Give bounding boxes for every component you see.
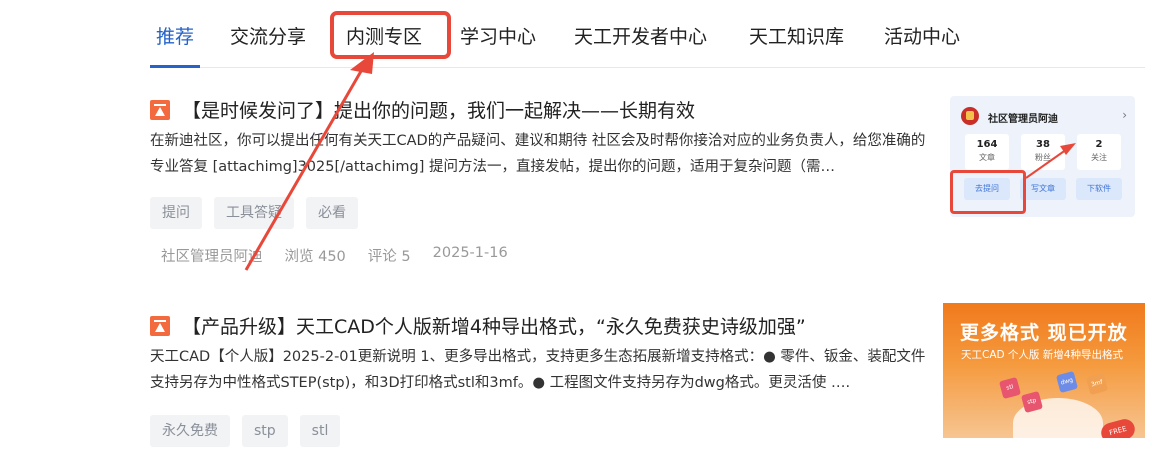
post-title[interactable]: 【是时候发问了】提出你的问题，我们一起解决——长期有效: [150, 96, 695, 123]
tag[interactable]: 工具答疑: [214, 197, 294, 229]
post-thumbnail-promo-banner[interactable]: 更多格式 现已开放 天工CAD 个人版 新增4种导出格式 stl dwg stp…: [943, 303, 1145, 438]
stat-label: 关注: [1091, 153, 1107, 162]
tab-knowledge-base[interactable]: 天工知识库: [749, 22, 844, 49]
tag[interactable]: stp: [242, 415, 288, 447]
tag[interactable]: 必看: [306, 197, 358, 229]
stat-articles: 164 文章: [965, 134, 1009, 170]
annotation-box-card: [950, 170, 1026, 214]
stat-label: 文章: [979, 153, 995, 162]
banner-subtitle: 天工CAD 个人版 新增4种导出格式: [961, 349, 1123, 361]
tab-developer-center[interactable]: 天工开发者中心: [574, 22, 707, 49]
card-user-name: 社区管理员阿迪: [988, 114, 1058, 125]
post-meta: 社区管理员阿迪 浏览 450 评论 5 2025-1-16: [161, 245, 508, 266]
stat-fans: 38 粉丝: [1021, 134, 1065, 170]
post-excerpt: 天工CAD【个人版】2025-2-01更新说明 1、更多导出格式，支持更多生态拓…: [150, 349, 926, 391]
format-badge: dwg: [1055, 370, 1079, 394]
category-tabs: 推荐 交流分享 内测专区 学习中心 天工开发者中心 天工知识库 活动中心: [150, 0, 1145, 68]
stat-value: 2: [1095, 139, 1103, 150]
post-author[interactable]: 社区管理员阿迪: [161, 245, 263, 266]
post-excerpt: 在新迪社区，你可以提出任何有关天工CAD的产品疑问、建议和期待 社区会及时帮你接…: [150, 133, 926, 175]
tab-exchange-share[interactable]: 交流分享: [230, 22, 306, 49]
tab-recommend[interactable]: 推荐: [156, 22, 194, 49]
tab-activity-center[interactable]: 活动中心: [884, 22, 960, 49]
annotation-box-tab: [330, 11, 451, 59]
banner-title: 更多格式 现已开放: [960, 322, 1128, 344]
tag[interactable]: 提问: [150, 197, 202, 229]
avatar: [961, 107, 979, 125]
pin-top-icon: [150, 315, 170, 336]
post-date: 2025-1-16: [432, 245, 508, 261]
tag[interactable]: stl: [299, 415, 341, 447]
write-article-button: 写文章: [1020, 178, 1066, 200]
post-views: 浏览 450: [284, 249, 346, 265]
tag-list: 永久免费 stp stl: [150, 415, 341, 447]
tag-list: 提问 工具答疑 必看: [150, 197, 358, 229]
stat-label: 粉丝: [1035, 153, 1051, 162]
stat-value: 38: [1036, 139, 1050, 150]
free-badge: FREE: [1098, 416, 1138, 438]
post-title[interactable]: 【产品升级】天工CAD个人版新增4种导出格式，“永久免费获史诗级加强”: [150, 312, 806, 339]
download-software-button: 下软件: [1076, 178, 1122, 200]
post-comments: 评论 5: [367, 249, 411, 265]
format-badge: 3mf: [1085, 372, 1109, 396]
post-title-text: 【产品升级】天工CAD个人版新增4种导出格式，“永久免费获史诗级加强”: [182, 316, 806, 338]
pin-top-icon: [150, 99, 170, 120]
post-title-text: 【是时候发问了】提出你的问题，我们一起解决——长期有效: [182, 100, 696, 122]
tag[interactable]: 永久免费: [150, 415, 230, 447]
stat-value: 164: [976, 139, 998, 150]
chevron-right-icon: ›: [1122, 108, 1127, 122]
tab-learning-center[interactable]: 学习中心: [460, 22, 536, 49]
active-tab-indicator: [150, 65, 200, 68]
stat-following: 2 关注: [1077, 134, 1121, 170]
format-badge: stl: [998, 376, 1022, 400]
